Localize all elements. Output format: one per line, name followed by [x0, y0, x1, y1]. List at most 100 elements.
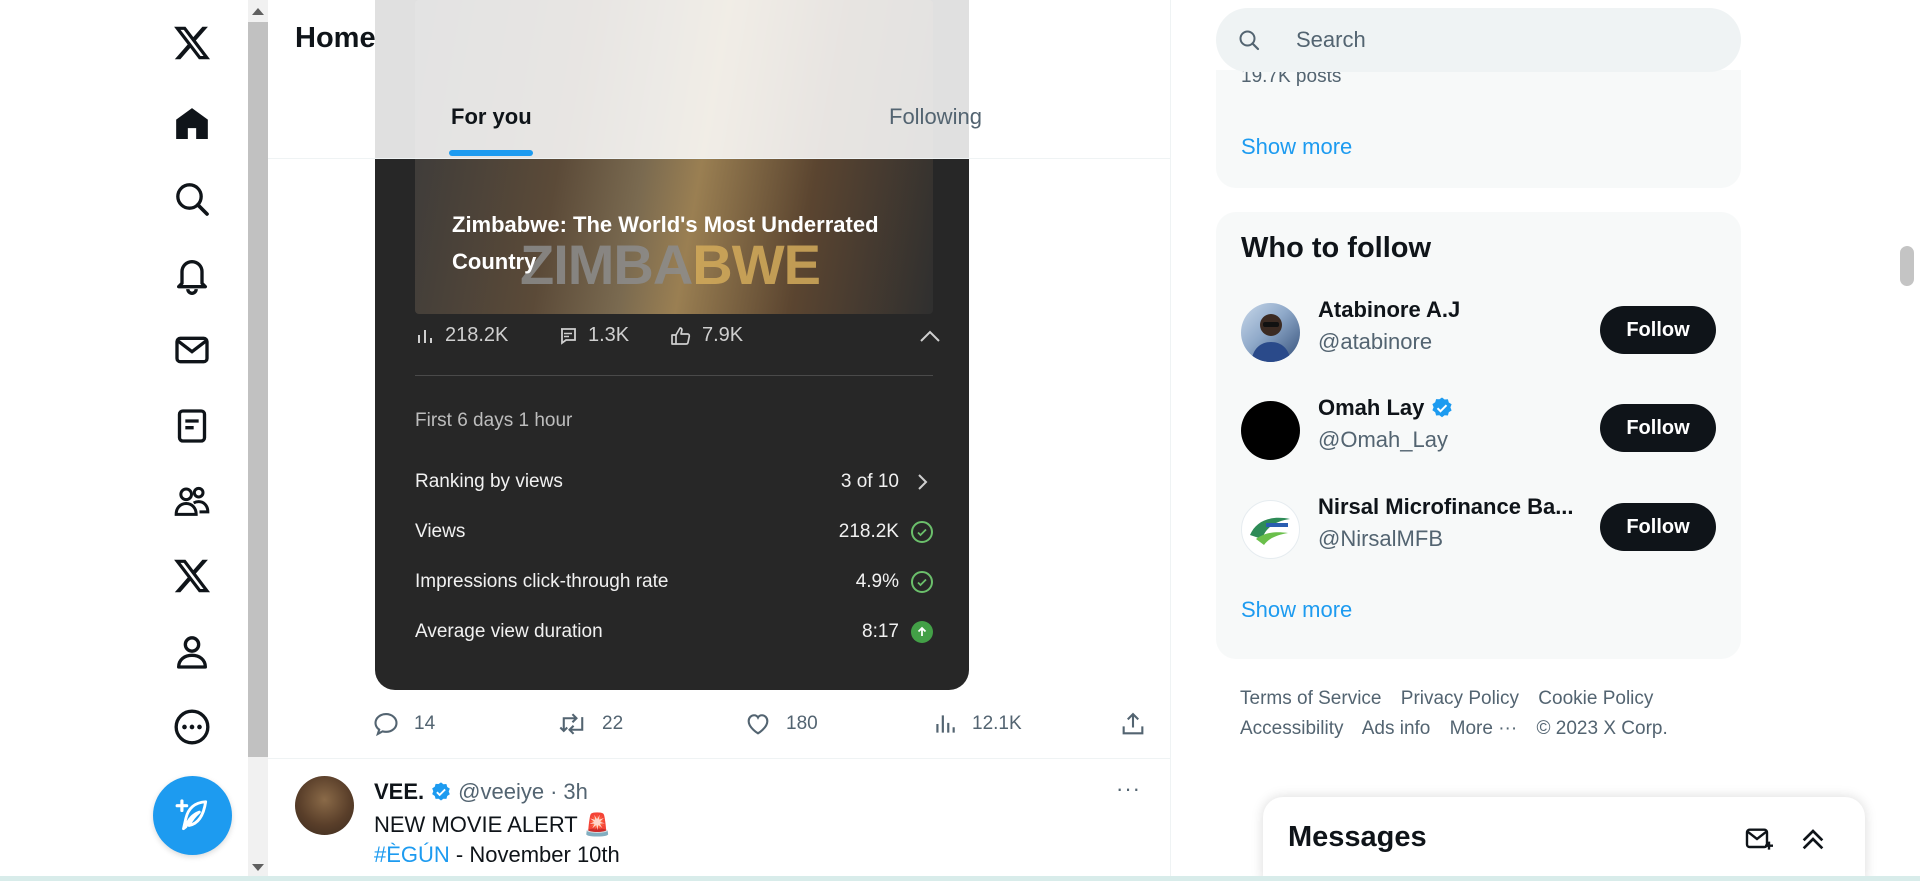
- search-icon: [1239, 30, 1260, 51]
- more-circle-icon[interactable]: [168, 703, 216, 751]
- metric-label: Impressions click-through rate: [415, 571, 669, 592]
- suggestion-handle: @NirsalMFB: [1318, 526, 1443, 551]
- heart-icon: [747, 714, 769, 735]
- x-premium-icon[interactable]: [168, 552, 216, 600]
- home-header: Home For you Following: [268, 0, 1170, 159]
- left-navigation: [0, 0, 250, 881]
- trends-show-more-link[interactable]: Show more: [1241, 134, 1352, 160]
- tweet-author-name[interactable]: VEE.: [374, 779, 424, 805]
- scroll-down-arrow-icon[interactable]: [252, 864, 264, 871]
- avatar[interactable]: [1241, 303, 1300, 362]
- metric-value: 4.9%: [855, 571, 899, 592]
- copyright: © 2023 X Corp.: [1536, 718, 1668, 739]
- messages-drawer[interactable]: Messages: [1263, 797, 1865, 881]
- suggestion-name[interactable]: Omah Lay: [1318, 395, 1454, 421]
- avatar[interactable]: [1241, 500, 1300, 559]
- check-circle-icon: [911, 521, 933, 543]
- follow-button[interactable]: Follow: [1600, 404, 1716, 452]
- x-logo-icon[interactable]: [168, 19, 216, 67]
- main-feed: ZIMBABWE Zimbabwe: The World's Most Unde…: [268, 0, 1171, 881]
- video-views-stat: 218.2K: [415, 324, 508, 347]
- messages-title: Messages: [1288, 821, 1427, 853]
- tweet-divider: [268, 758, 1170, 759]
- ads-info-link[interactable]: Ads info: [1362, 718, 1431, 739]
- analytics-period: First 6 days 1 hour: [415, 410, 573, 431]
- follow-button[interactable]: Follow: [1600, 503, 1716, 551]
- window-bottom-edge: [0, 876, 1920, 881]
- thumbs-up-icon: [671, 326, 691, 345]
- metric-impressions-ctr: Impressions click-through rate 4.9%: [415, 567, 933, 597]
- video-likes-value: 7.9K: [702, 324, 744, 346]
- reply-count: 14: [414, 713, 436, 734]
- video-title: Zimbabwe: The World's Most Underrated Co…: [452, 212, 879, 274]
- envelope-icon[interactable]: [168, 326, 216, 374]
- card-divider: [415, 375, 933, 376]
- share-icon: [1122, 712, 1144, 735]
- verified-badge-icon: [1432, 397, 1452, 418]
- metric-label: Ranking by views: [415, 471, 563, 492]
- accessibility-link[interactable]: Accessibility: [1240, 718, 1343, 739]
- bell-icon[interactable]: [168, 251, 216, 299]
- verified-badge-icon: [432, 782, 450, 801]
- metric-value: 3 of 10: [840, 471, 899, 492]
- metric-label: Views: [415, 521, 466, 542]
- metric-views: Views 218.2K: [415, 517, 933, 547]
- follow-suggestion[interactable]: Omah Lay @Omah_Lay Follow: [1216, 391, 1741, 471]
- reply-button[interactable]: 14: [372, 710, 435, 738]
- active-tab-indicator: [449, 150, 533, 156]
- privacy-policy-link[interactable]: Privacy Policy: [1401, 688, 1519, 709]
- metric-ranking-by-views[interactable]: Ranking by views 3 of 10: [415, 467, 933, 497]
- follow-button[interactable]: Follow: [1600, 306, 1716, 354]
- check-circle-icon: [911, 571, 933, 593]
- search-icon[interactable]: [168, 175, 216, 223]
- home-icon[interactable]: [168, 100, 216, 148]
- cookie-policy-link[interactable]: Cookie Policy: [1538, 688, 1653, 709]
- avatar[interactable]: [295, 776, 354, 835]
- metric-label: Average view duration: [415, 621, 603, 642]
- share-button[interactable]: [1119, 710, 1147, 738]
- post-button[interactable]: [153, 776, 232, 855]
- tab-for-you[interactable]: For you: [451, 104, 532, 130]
- page-scrollbar-thumb[interactable]: [1900, 246, 1914, 286]
- hashtag-link[interactable]: #ÈGÚN: [374, 842, 450, 867]
- suggestion-name[interactable]: Nirsal Microfinance Ba...: [1318, 494, 1574, 520]
- avatar[interactable]: [1241, 401, 1300, 460]
- tweet-author-handle[interactable]: @veeiye: [458, 779, 544, 805]
- chevron-up-icon[interactable]: [918, 328, 942, 344]
- suggestion-name[interactable]: Atabinore A.J: [1318, 297, 1460, 323]
- search-input[interactable]: [1296, 8, 1716, 72]
- trends-panel: 19.7K posts Show more: [1216, 66, 1741, 188]
- list-icon[interactable]: [168, 402, 216, 450]
- suggestion-handle: @Omah_Lay: [1318, 427, 1448, 452]
- tab-following[interactable]: Following: [889, 104, 982, 130]
- more-options-icon[interactable]: ···: [1116, 776, 1141, 802]
- tweet-timestamp[interactable]: 3h: [563, 779, 587, 805]
- feed-scrollbar-thumb[interactable]: [248, 22, 268, 757]
- double-chevron-up-icon[interactable]: [1797, 823, 1829, 855]
- scroll-up-arrow-icon[interactable]: [252, 8, 264, 15]
- right-sidebar: 19.7K posts Show more Who to follow Atab…: [1171, 0, 1920, 881]
- follow-suggestion[interactable]: Atabinore A.J @atabinore Follow: [1216, 293, 1741, 373]
- profile-icon[interactable]: [168, 628, 216, 676]
- bar-chart-icon: [418, 329, 432, 343]
- search-bar[interactable]: [1216, 8, 1741, 72]
- video-comments-value: 1.3K: [588, 324, 630, 346]
- communities-icon[interactable]: [168, 477, 216, 525]
- feed-scrollbar[interactable]: [248, 0, 268, 881]
- views-button[interactable]: 12.1K: [932, 710, 1022, 738]
- new-message-icon[interactable]: [1743, 823, 1775, 855]
- comment-icon: [561, 327, 576, 345]
- terms-of-service-link[interactable]: Terms of Service: [1240, 688, 1381, 709]
- who-to-follow-show-more-link[interactable]: Show more: [1241, 597, 1352, 623]
- more-footer-link[interactable]: More ···: [1450, 718, 1518, 739]
- video-comments-stat: 1.3K: [558, 324, 629, 347]
- page-scrollbar[interactable]: [1894, 0, 1920, 881]
- follow-suggestion[interactable]: Nirsal Microfinance Ba... @NirsalMFB Fol…: [1216, 490, 1741, 570]
- repost-button[interactable]: 22: [558, 710, 623, 738]
- like-button[interactable]: 180: [744, 710, 818, 738]
- tweet-text-rest: - November 10th: [449, 842, 620, 867]
- chevron-right-icon: [918, 474, 928, 490]
- tweet-header: VEE. @veeiye · 3h: [374, 779, 588, 805]
- suggestion-handle: @atabinore: [1318, 329, 1433, 354]
- reply-icon: [374, 713, 398, 737]
